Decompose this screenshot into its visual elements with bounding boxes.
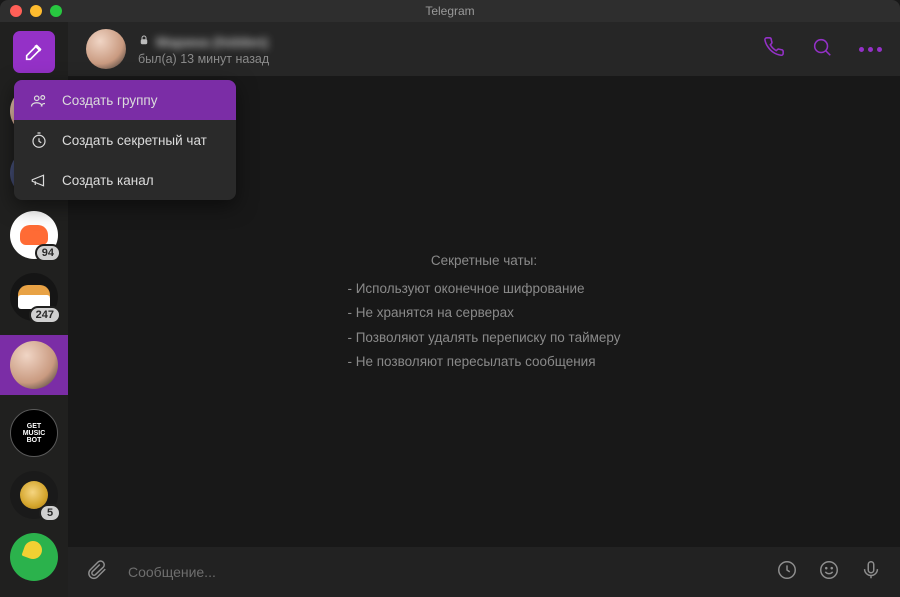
search-icon: [811, 36, 833, 58]
avatar: [10, 341, 58, 389]
traffic-lights: [10, 5, 62, 17]
paperclip-icon: [86, 559, 108, 581]
chat-title: Марина (hidden): [156, 34, 268, 50]
message-input[interactable]: [128, 564, 756, 580]
secret-chat-bullet: - Используют оконечное шифрование: [347, 277, 620, 301]
menu-item-new-channel[interactable]: Создать канал: [14, 160, 236, 200]
smile-icon: [818, 559, 840, 581]
chat-header-actions: [763, 36, 882, 63]
menu-item-new-group[interactable]: Создать группу: [14, 80, 236, 120]
secret-chat-bullet: - Не хранятся на серверах: [347, 301, 620, 325]
secret-chat-bullet: - Позволяют удалять переписку по таймеру: [347, 326, 620, 350]
group-icon: [30, 91, 48, 110]
avatar: GET MUSIC BOT: [10, 409, 58, 457]
chat-header-avatar[interactable]: [86, 29, 126, 69]
chat-list-item[interactable]: 247: [10, 273, 58, 321]
unread-badge: 5: [39, 504, 61, 522]
avatar-text: GET MUSIC BOT: [23, 423, 46, 444]
chat-header-info[interactable]: Марина (hidden) был(а) 13 минут назад: [138, 33, 751, 66]
chat-list-item[interactable]: 94: [10, 211, 58, 259]
secret-chat-title: Секретные чаты:: [347, 249, 620, 273]
microphone-icon: [860, 559, 882, 581]
chat-input-bar: [68, 547, 900, 597]
compose-context-menu: Создать группу Создать секретный чат Соз…: [14, 80, 236, 200]
timer-icon: [776, 559, 798, 581]
menu-item-label: Создать секретный чат: [62, 133, 207, 148]
chat-status: был(а) 13 минут назад: [138, 52, 751, 66]
chat-list-item[interactable]: 5: [10, 471, 58, 519]
window-titlebar: Telegram: [0, 0, 900, 22]
secret-chat-bullet: - Не позволяют пересылать сообщения: [347, 350, 620, 374]
timer-button[interactable]: [776, 559, 798, 586]
search-button[interactable]: [811, 36, 833, 63]
menu-item-new-secret-chat[interactable]: Создать секретный чат: [14, 120, 236, 160]
window-maximize-button[interactable]: [50, 5, 62, 17]
compose-icon: [23, 41, 45, 63]
window-close-button[interactable]: [10, 5, 22, 17]
secret-chat-info: Секретные чаты: - Используют оконечное ш…: [347, 249, 620, 374]
timer-icon: [30, 131, 48, 150]
chat-list-item[interactable]: GET MUSIC BOT: [10, 409, 58, 457]
phone-icon: [763, 36, 785, 58]
more-button[interactable]: [859, 47, 882, 52]
lock-icon: [138, 33, 150, 51]
chat-header: Марина (hidden) был(а) 13 минут назад: [68, 22, 900, 76]
voice-button[interactable]: [860, 559, 882, 586]
unread-badge: 94: [35, 244, 61, 262]
compose-button[interactable]: [13, 31, 55, 73]
menu-item-label: Создать группу: [62, 93, 157, 108]
megaphone-icon: [30, 171, 48, 190]
chat-list-item[interactable]: [10, 533, 58, 581]
avatar: [10, 533, 58, 581]
call-button[interactable]: [763, 36, 785, 63]
unread-badge: 247: [29, 306, 61, 324]
menu-item-label: Создать канал: [62, 173, 154, 188]
attach-button[interactable]: [86, 559, 108, 586]
window-minimize-button[interactable]: [30, 5, 42, 17]
emoji-button[interactable]: [818, 559, 840, 586]
window-title: Telegram: [425, 4, 474, 18]
chat-list-item-selected[interactable]: [0, 335, 68, 395]
